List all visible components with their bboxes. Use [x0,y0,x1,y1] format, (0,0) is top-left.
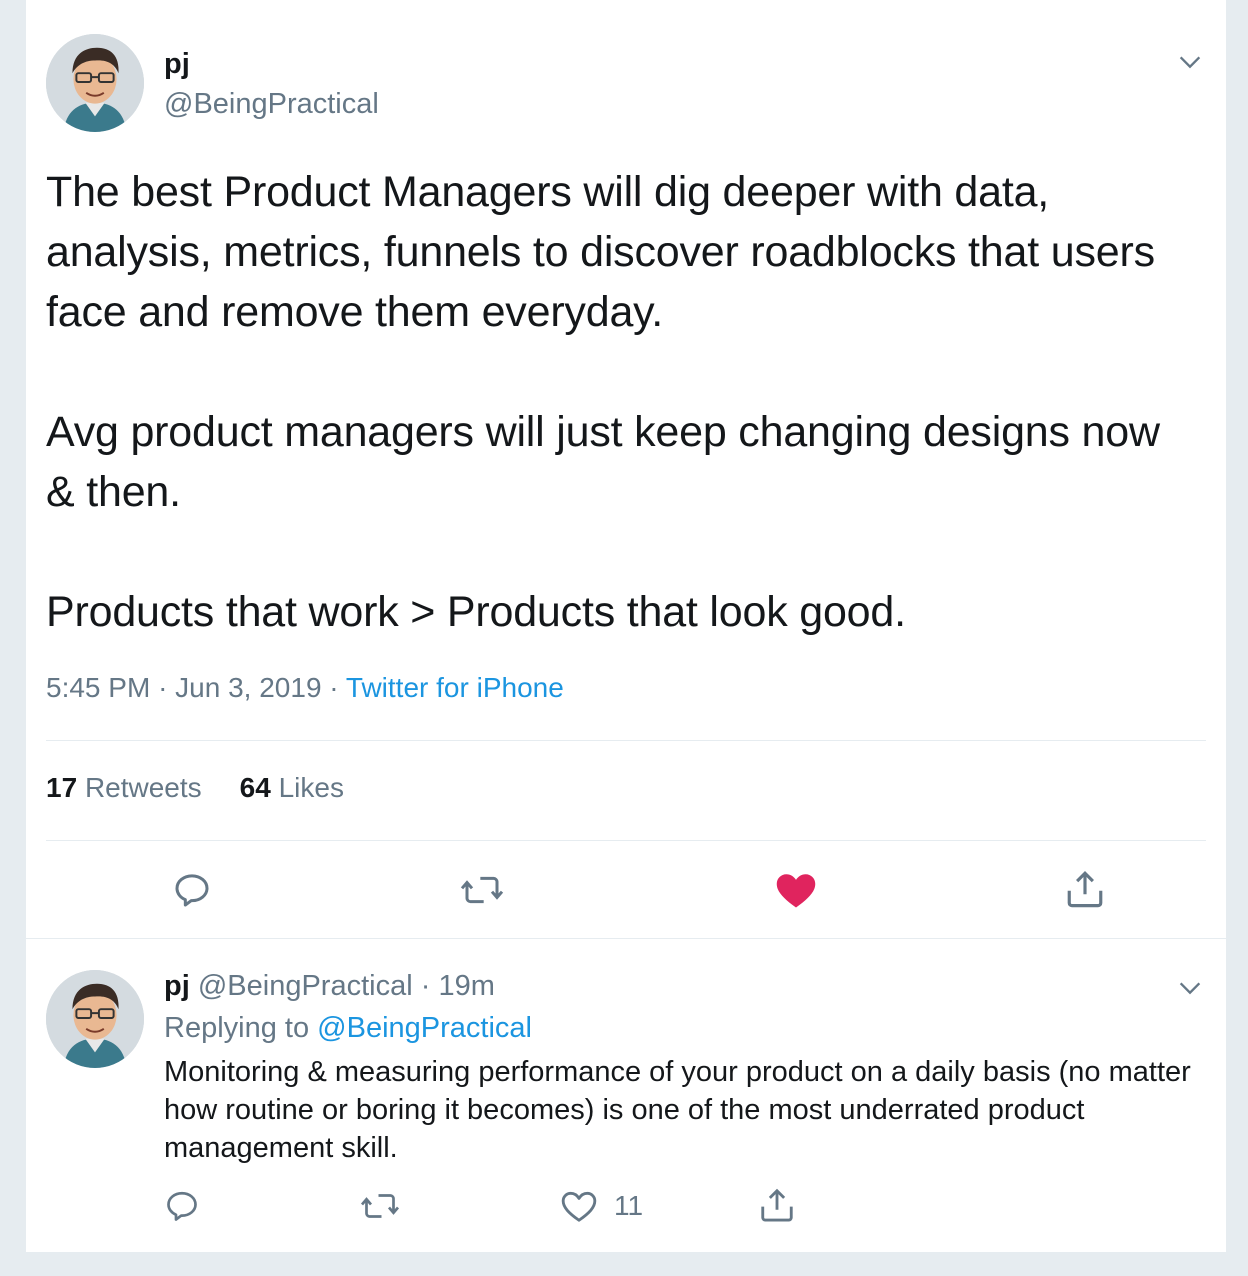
tweet-paragraph: The best Product Managers will dig deepe… [46,168,1155,336]
avatar-image [46,34,144,132]
author-handle[interactable]: @BeingPractical [164,88,379,121]
reply-reply-button[interactable] [164,1188,200,1224]
like-button[interactable] [775,870,817,910]
tweet-paragraph: Products that work > Products that look … [46,588,906,636]
reply-author-avatar[interactable] [46,970,144,1068]
like-icon-filled [776,874,816,908]
avatar-image [46,970,144,1068]
reply-header: pj @BeingPractical · 19m [164,970,495,1003]
tweet-text: The best Product Managers will dig deepe… [46,162,1186,642]
retweet-button[interactable] [460,870,504,910]
tweet-source-link[interactable]: Twitter for iPhone [346,672,564,703]
author-avatar[interactable] [46,34,144,132]
like-icon [561,1191,597,1222]
share-button[interactable] [1064,868,1106,910]
chevron-down-icon[interactable] [1176,48,1204,76]
divider [46,740,1206,741]
share-icon [761,1188,793,1222]
reply-separator [26,938,1226,939]
retweets-count: 17 [46,772,78,803]
reply-icon [167,1191,197,1221]
reply-author-name[interactable]: pj [164,970,190,1002]
meta-separator: · [329,672,339,703]
likes-label: Likes [278,772,344,803]
meta-separator: · [158,672,168,703]
retweet-icon [460,876,504,904]
reply-like-count: 11 [614,1190,644,1221]
likes-count: 64 [239,772,271,803]
replying-to-link[interactable]: @BeingPractical [317,1012,532,1044]
tweet-stats: 17 Retweets 64 Likes [46,772,344,804]
reply-share-button[interactable] [758,1186,796,1224]
chevron-down-icon[interactable] [1176,974,1204,1002]
retweet-icon [360,1194,400,1218]
likes-stat[interactable]: 64 Likes [240,772,344,803]
reply-text: Monitoring & measuring performance of yo… [164,1056,1191,1164]
divider [46,840,1206,841]
reply-icon [175,874,209,907]
reply-author-handle[interactable]: @BeingPractical [198,970,413,1002]
tweet-paragraph: Avg product managers will just keep chan… [46,408,1160,516]
tweet-detail-card: pj @BeingPractical The best Product Mana… [26,0,1226,1252]
replying-prefix: Replying to [164,1012,310,1044]
reply-age[interactable]: 19m [438,970,494,1002]
replying-to: Replying to @BeingPractical [164,1012,532,1045]
share-icon [1067,871,1103,908]
meta-separator: · [420,970,431,1002]
reply-button[interactable] [172,870,212,910]
retweets-label: Retweets [84,772,202,803]
tweet-date[interactable]: Jun 3, 2019 [175,672,321,703]
tweet-meta: 5:45 PM · Jun 3, 2019 · Twitter for iPho… [46,672,564,704]
retweets-stat[interactable]: 17 Retweets [46,772,202,803]
reply-retweet-button[interactable] [360,1188,400,1224]
author-name[interactable]: pj [164,48,190,81]
reply-like-button[interactable]: 11 [560,1188,643,1224]
tweet-time[interactable]: 5:45 PM [46,672,150,703]
